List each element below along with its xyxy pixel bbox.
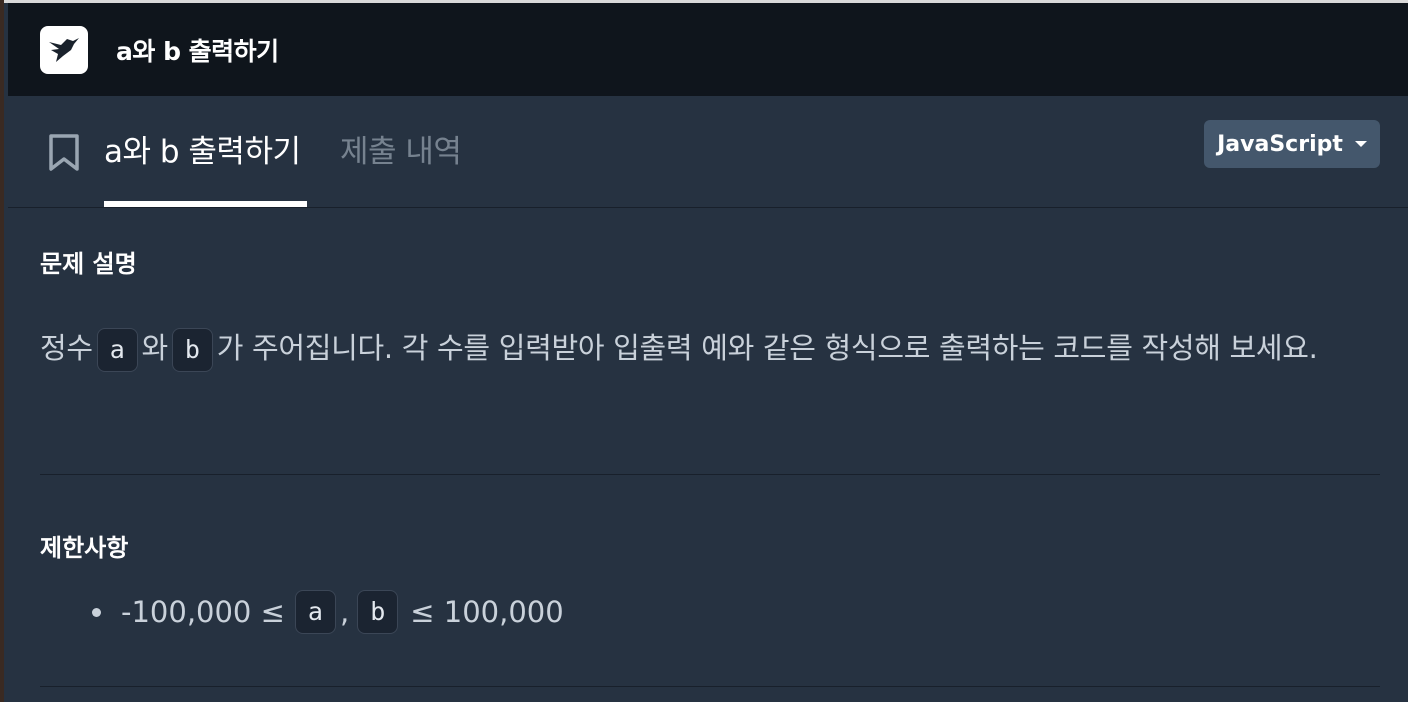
description-text-part: 정수	[40, 331, 93, 365]
code-a: a	[96, 328, 138, 372]
active-tab-indicator	[104, 201, 307, 207]
title-bar: a와 b 출력하기	[8, 3, 1408, 96]
constraint-item: -100,000 ≤ a , b ≤ 100,000	[92, 590, 564, 634]
code-b: b	[171, 328, 213, 372]
description-text-part: 가 주어집니다. 각 수를 입력받아 입출력 예와 같은 형식으로 출력하는 코…	[216, 331, 1318, 365]
constraint-prefix: -100,000 ≤	[121, 595, 285, 629]
app-window: a와 b 출력하기 a와 b 출력하기 제출 내역 JavaScript 문제 …	[0, 0, 1408, 702]
chevron-down-icon	[1354, 141, 1367, 147]
description-text-part: 와	[141, 331, 169, 365]
description-heading: 문제 설명	[40, 250, 137, 278]
description-text: 정수 a 와 b 가 주어집니다. 각 수를 입력받아 입출력 예와 같은 형식으로 출…	[40, 312, 1360, 384]
bookmark-icon[interactable]	[48, 134, 80, 171]
section-divider	[40, 686, 1380, 687]
bullet-icon	[92, 607, 101, 617]
window-title: a와 b 출력하기	[116, 36, 279, 66]
language-select[interactable]: JavaScript	[1204, 120, 1380, 168]
code-b: b	[357, 590, 399, 634]
constraint-separator: ,	[339, 595, 350, 629]
constraints-heading: 제한사항	[40, 534, 129, 562]
tab-problem[interactable]: a와 b 출력하기	[104, 126, 301, 171]
language-select-value: JavaScript	[1217, 131, 1343, 157]
constraint-suffix: ≤ 100,000	[410, 595, 564, 629]
tab-bar: a와 b 출력하기 제출 내역 JavaScript	[8, 96, 1408, 208]
section-divider	[40, 474, 1380, 475]
hummingbird-logo-icon[interactable]	[40, 25, 88, 74]
tab-submissions[interactable]: 제출 내역	[340, 126, 462, 171]
code-a: a	[294, 590, 336, 634]
